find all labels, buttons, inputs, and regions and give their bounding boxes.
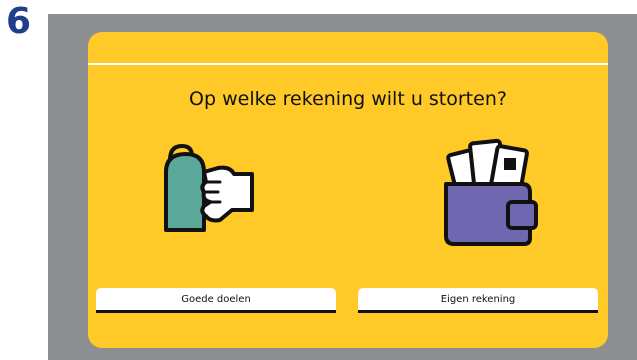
- screen-prompt: Op welke rekening wilt u storten?: [189, 88, 507, 110]
- charity-option-button[interactable]: Goede doelen: [96, 288, 336, 313]
- own-account-option-button[interactable]: Eigen rekening: [358, 288, 598, 313]
- deposit-account-screen: Op welke rekening wilt u storten? Goede …: [88, 32, 608, 348]
- charity-collection-box-icon: [164, 143, 254, 232]
- header-divider: [88, 63, 608, 65]
- step-number: 6: [6, 1, 32, 42]
- wallet-icon: [444, 138, 538, 246]
